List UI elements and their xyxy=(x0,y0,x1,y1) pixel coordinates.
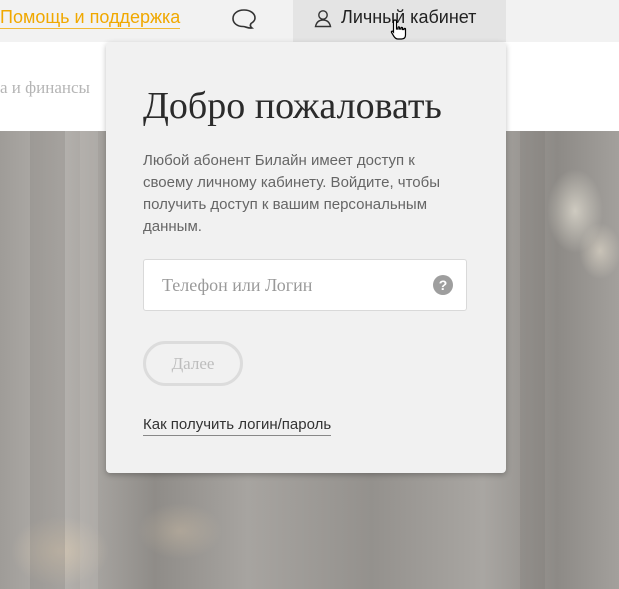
hero-stripe xyxy=(30,131,65,589)
phone-or-login-input[interactable] xyxy=(144,260,424,310)
help-question-icon[interactable]: ? xyxy=(433,275,453,295)
user-icon xyxy=(314,10,332,28)
hero-stripe xyxy=(520,131,545,589)
popup-title: Добро пожаловать xyxy=(143,85,442,127)
login-field: ? xyxy=(143,259,467,311)
hand-cursor-icon xyxy=(390,19,407,40)
help-support-link[interactable]: Помощь и поддержка xyxy=(0,6,181,29)
subnav-item-finance[interactable]: а и финансы xyxy=(0,78,90,98)
how-to-get-login-link[interactable]: Как получить логин/пароль xyxy=(143,415,332,436)
chat-bubble-icon[interactable] xyxy=(230,7,258,31)
login-popup: Добро пожаловать Любой абонент Билайн им… xyxy=(106,42,506,473)
next-button[interactable]: Далее xyxy=(143,341,243,386)
hero-stripe xyxy=(80,131,98,589)
top-bar: Помощь и поддержка Личный кабинет xyxy=(0,0,619,42)
popup-description: Любой абонент Билайн имеет доступ к свое… xyxy=(143,152,441,235)
page: Помощь и поддержка Личный кабинет а и фи… xyxy=(0,0,619,589)
